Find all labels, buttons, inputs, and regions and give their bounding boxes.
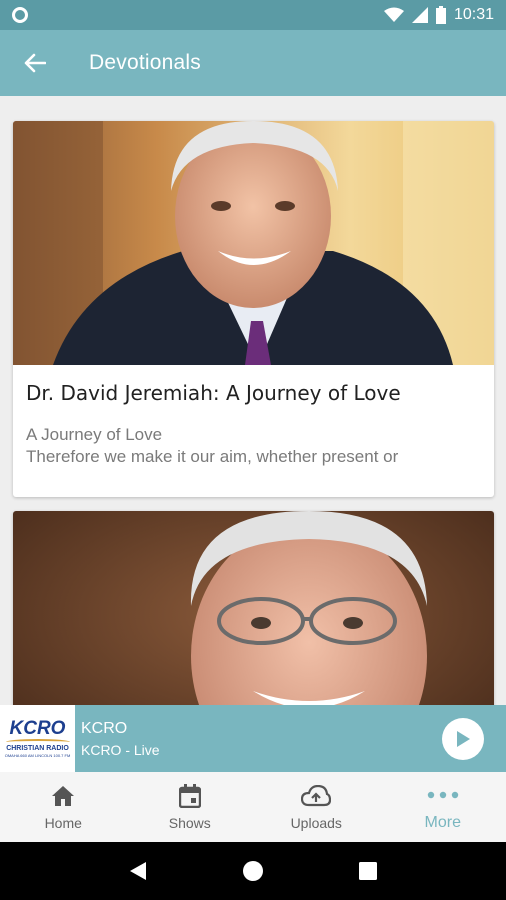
nav-label: Uploads [290,815,342,831]
status-time: 10:31 [453,6,494,23]
card-description: A Journey of Love Therefore we make it o… [13,405,494,468]
mini-player[interactable]: KCRO CHRISTIAN RADIO OMAHA 660 AM LINCOL… [0,705,506,772]
card-title: Dr. David Jeremiah: A Journey of Love [26,381,401,405]
devotionals-list[interactable]: Dr. David Jeremiah: A Journey of Love A … [0,96,506,705]
cloud-upload-icon [301,785,332,807]
notification-circle-icon [12,7,28,23]
logo-frequencies: OMAHA 660 AM LINCOLN 100.7 FM [4,752,71,758]
circle-home-icon [242,861,263,881]
play-button[interactable] [442,718,484,760]
nav-label: Shows [168,815,211,831]
stream-status: KCRO - Live [81,741,160,758]
nav-label: Home [44,815,82,831]
devotional-card[interactable] [13,511,494,705]
signal-icon [411,7,428,23]
play-icon [457,731,470,747]
more-dots-icon [427,791,458,799]
logo-text: KCRO [9,717,66,739]
battery-icon [435,6,446,24]
status-bar: 10:31 [0,0,506,30]
devotional-image [13,511,494,705]
card-description-line: Therefore we make it our aim, whether pr… [26,447,399,466]
app-bar: Devotionals [0,30,506,96]
calendar-icon [178,784,201,808]
system-back-button[interactable] [108,842,168,900]
system-home-button[interactable] [223,842,283,900]
home-icon [52,786,75,806]
nav-uploads[interactable]: Uploads [253,772,380,842]
logo-subtitle: CHRISTIAN RADIO [6,744,69,752]
nav-shows[interactable]: Shows [127,772,254,842]
nav-more[interactable]: More [380,772,506,842]
station-name: KCRO [81,719,128,737]
card-description-line: A Journey of Love [26,425,163,444]
nav-home[interactable]: Home [0,772,127,842]
wifi-icon [383,7,404,22]
back-button[interactable] [0,30,70,96]
bottom-navigation: Home Shows Uploads More [0,772,506,842]
system-navigation-bar [0,842,506,900]
system-recents-button[interactable] [338,842,398,900]
square-recents-icon [359,862,378,880]
page-title: Devotionals [89,51,201,74]
triangle-back-icon [129,862,146,880]
arrow-back-icon [24,53,46,73]
devotional-card[interactable]: Dr. David Jeremiah: A Journey of Love A … [13,121,494,497]
devotional-image [13,121,494,365]
player-info: KCRO KCRO - Live [81,720,160,758]
nav-label: More [424,814,461,831]
station-logo: KCRO CHRISTIAN RADIO OMAHA 660 AM LINCOL… [0,705,75,772]
